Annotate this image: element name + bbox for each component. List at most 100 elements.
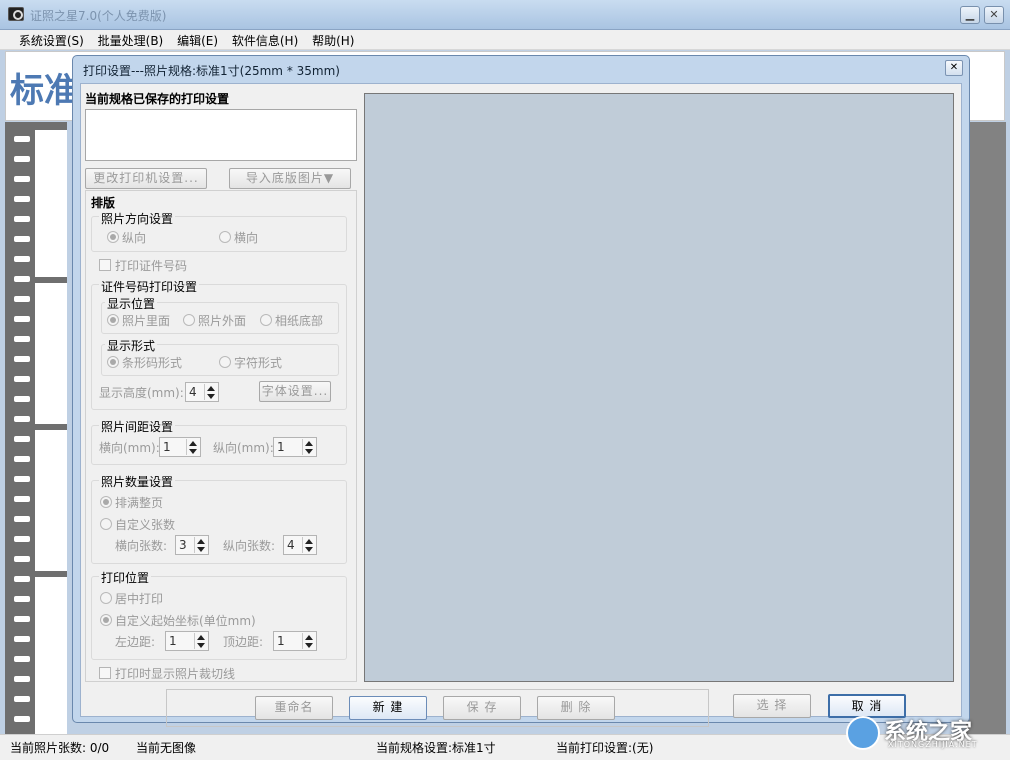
- display-height-label: 显示高度(mm):: [99, 386, 184, 400]
- film-hole: [14, 296, 30, 302]
- film-hole: [14, 716, 30, 722]
- film-hole: [14, 276, 30, 282]
- film-frame: [35, 130, 67, 734]
- house-logo-icon: [846, 716, 880, 750]
- position-inside-radio[interactable]: [107, 314, 119, 326]
- film-hole: [14, 476, 30, 482]
- film-hole: [14, 256, 30, 262]
- spin-arrows-icon[interactable]: [302, 537, 315, 553]
- landscape-radio[interactable]: [219, 231, 231, 243]
- custom-count-radio[interactable]: [100, 518, 112, 530]
- h-count-label: 横向张数:: [115, 539, 168, 553]
- menu-edit[interactable]: 编辑(E): [172, 30, 223, 49]
- spacing-h-value: 1: [163, 440, 171, 454]
- film-hole: [14, 696, 30, 702]
- spin-arrows-icon[interactable]: [204, 384, 217, 400]
- display-height-stepper[interactable]: 4: [185, 382, 219, 402]
- print-id-checkbox[interactable]: [99, 259, 111, 271]
- dialog-close-icon[interactable]: ✕: [945, 60, 963, 76]
- film-hole: [14, 516, 30, 522]
- show-cut-line-label: 打印时显示照片裁切线: [115, 667, 236, 681]
- landscape-label: 横向: [234, 231, 259, 245]
- print-settings-dialog: 打印设置---照片规格:标准1寸(25mm * 35mm) ✕ 当前规格已保存的…: [72, 55, 970, 727]
- spin-arrows-icon[interactable]: [186, 439, 199, 455]
- new-button[interactable]: 新 建: [349, 696, 427, 720]
- delete-button[interactable]: 删 除: [537, 696, 615, 720]
- spin-arrows-icon[interactable]: [194, 633, 207, 649]
- window-title: 证照之星7.0(个人免费版): [30, 9, 167, 23]
- saved-settings-list[interactable]: [85, 109, 357, 161]
- film-hole: [14, 356, 30, 362]
- spin-arrows-icon[interactable]: [302, 439, 315, 455]
- orientation-label: 照片方向设置: [99, 210, 176, 227]
- h-count-stepper[interactable]: 3: [175, 535, 209, 555]
- v-count-value: 4: [287, 538, 295, 552]
- spacing-h-label: 横向(mm):: [99, 441, 160, 455]
- main-title-bar: 证照之星7.0(个人免费版) ▁ ✕: [0, 0, 1010, 30]
- film-hole: [14, 436, 30, 442]
- position-bottom-label: 相纸底部: [275, 314, 324, 328]
- menu-system-settings[interactable]: 系统设置(S): [14, 30, 89, 49]
- barcode-radio[interactable]: [107, 356, 119, 368]
- print-preview-area[interactable]: [364, 93, 954, 682]
- minimize-icon[interactable]: ▁: [960, 6, 980, 24]
- film-divider: [35, 571, 67, 577]
- film-hole: [14, 636, 30, 642]
- film-hole: [14, 316, 30, 322]
- center-print-label: 居中打印: [115, 592, 164, 606]
- film-divider: [35, 277, 67, 283]
- menu-batch[interactable]: 批量处理(B): [93, 30, 169, 49]
- film-hole: [14, 196, 30, 202]
- save-button[interactable]: 保 存: [443, 696, 521, 720]
- status-image: 当前无图像: [136, 741, 197, 755]
- bottom-button-bar: [166, 689, 709, 727]
- import-background-button[interactable]: 导入底版图片▼: [229, 168, 351, 189]
- rename-button[interactable]: 重命名: [255, 696, 333, 720]
- id-form-label: 显示形式: [105, 337, 158, 354]
- film-hole: [14, 336, 30, 342]
- v-count-label: 纵向张数:: [223, 539, 276, 553]
- watermark-url: XITONGZHIJIA.NET: [888, 740, 978, 749]
- left-margin-value: 1: [169, 634, 177, 648]
- spin-arrows-icon[interactable]: [302, 633, 315, 649]
- dialog-title: 打印设置---照片规格:标准1寸(25mm * 35mm): [83, 64, 340, 78]
- font-settings-button[interactable]: 字体设置...: [259, 381, 331, 402]
- left-margin-stepper[interactable]: 1: [165, 631, 209, 651]
- position-outside-radio[interactable]: [183, 314, 195, 326]
- film-hole: [14, 376, 30, 382]
- layout-heading: 排版: [91, 196, 116, 210]
- spacing-h-stepper[interactable]: 1: [159, 437, 201, 457]
- dialog-body: 当前规格已保存的打印设置 更改打印机设置... 导入底版图片▼ 排版 照片方向设…: [80, 83, 962, 727]
- portrait-label: 纵向: [122, 231, 147, 245]
- spacing-v-stepper[interactable]: 1: [273, 437, 317, 457]
- top-margin-stepper[interactable]: 1: [273, 631, 317, 651]
- film-hole: [14, 416, 30, 422]
- spin-arrows-icon[interactable]: [194, 537, 207, 553]
- spec-big-label: 标准: [10, 71, 78, 111]
- spacing-v-label: 纵向(mm):: [213, 441, 274, 455]
- portrait-radio[interactable]: [107, 231, 119, 243]
- menu-help[interactable]: 帮助(H): [307, 30, 359, 49]
- film-hole: [14, 216, 30, 222]
- film-hole: [14, 536, 30, 542]
- change-printer-button[interactable]: 更改打印机设置...: [85, 168, 207, 189]
- custom-origin-radio[interactable]: [100, 614, 112, 626]
- v-count-stepper[interactable]: 4: [283, 535, 317, 555]
- select-button[interactable]: 选 择: [733, 694, 811, 718]
- close-icon[interactable]: ✕: [984, 6, 1004, 24]
- position-bottom-radio[interactable]: [260, 314, 272, 326]
- print-id-label: 打印证件号码: [115, 259, 188, 273]
- menu-software-info[interactable]: 软件信息(H): [227, 30, 303, 49]
- top-margin-value: 1: [277, 634, 285, 648]
- camera-icon: [8, 7, 24, 21]
- status-print: 当前打印设置:(无): [556, 741, 654, 755]
- text-form-radio[interactable]: [219, 356, 231, 368]
- saved-settings-heading: 当前规格已保存的打印设置: [85, 92, 230, 106]
- quantity-label: 照片数量设置: [99, 473, 176, 490]
- show-cut-line-checkbox[interactable]: [99, 667, 111, 679]
- status-spec: 当前规格设置:标准1寸: [376, 741, 496, 755]
- film-divider: [35, 424, 67, 430]
- fill-page-radio[interactable]: [100, 496, 112, 508]
- center-print-radio[interactable]: [100, 592, 112, 604]
- film-hole: [14, 496, 30, 502]
